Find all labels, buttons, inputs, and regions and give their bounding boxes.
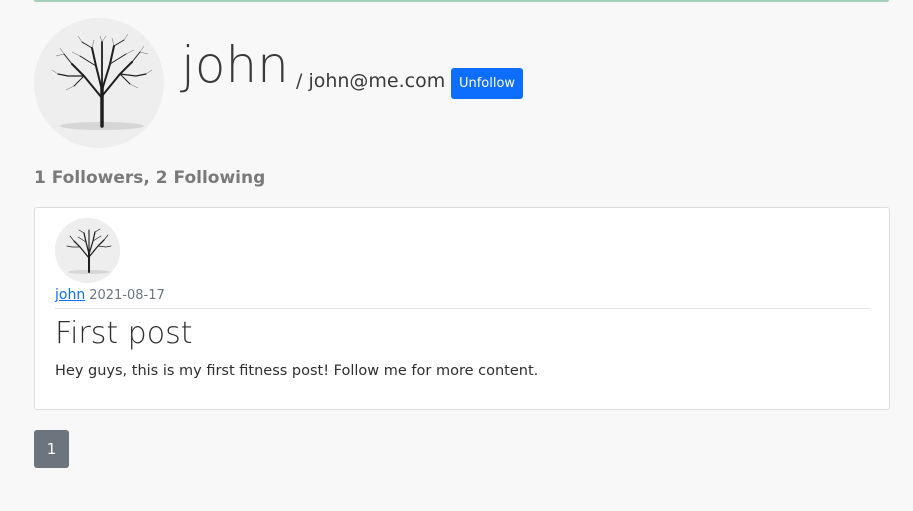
follow-stats: 1 Followers, 2 Following: [34, 168, 266, 188]
post-divider: [55, 308, 870, 309]
profile-avatar: [34, 18, 164, 148]
profile-email: / john@me.com: [296, 70, 446, 92]
unfollow-button[interactable]: Unfollow: [451, 68, 523, 99]
profile-page: john / john@me.com Unfollow 1 Followers,…: [0, 0, 913, 511]
post-body: Hey guys, this is my first fitness post!…: [55, 363, 539, 379]
post-title: First post: [55, 316, 193, 351]
pagination-page-1[interactable]: 1: [34, 430, 69, 468]
post-author-link[interactable]: john: [55, 287, 85, 303]
top-alert-edge: [34, 0, 889, 2]
profile-username: john: [181, 36, 289, 94]
tree-avatar-icon: [55, 218, 120, 283]
post-date: 2021-08-17: [89, 288, 165, 303]
post-meta: john 2021-08-17: [55, 287, 165, 303]
tree-avatar-icon: [34, 18, 164, 148]
post-author-avatar: [55, 218, 120, 283]
